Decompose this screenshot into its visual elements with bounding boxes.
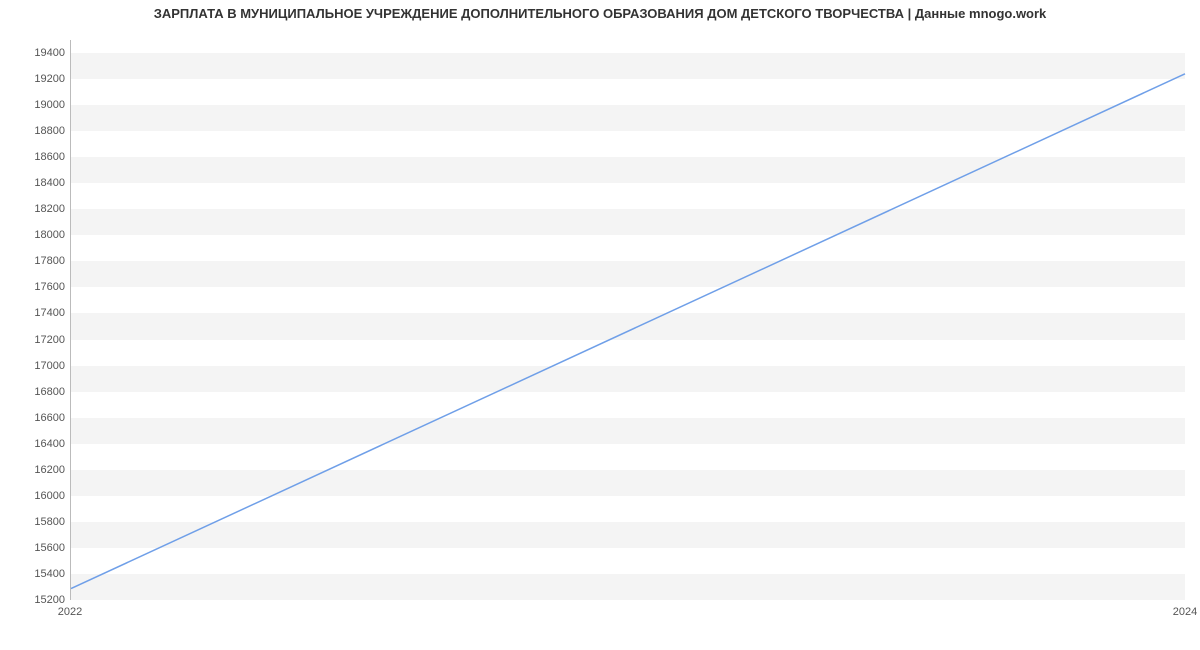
y-tick-label: 16200 — [5, 464, 65, 476]
y-tick-label: 18400 — [5, 177, 65, 189]
y-tick-label: 17800 — [5, 255, 65, 267]
y-tick-label: 17600 — [5, 281, 65, 293]
y-tick-label: 17000 — [5, 360, 65, 372]
y-tick-label: 18200 — [5, 203, 65, 215]
y-tick-label: 19000 — [5, 99, 65, 111]
chart-container: ЗАРПЛАТА В МУНИЦИПАЛЬНОЕ УЧРЕЖДЕНИЕ ДОПО… — [0, 0, 1200, 650]
y-tick-label: 15200 — [5, 594, 65, 606]
x-tick-label: 2024 — [1173, 606, 1197, 618]
y-tick-label: 17200 — [5, 334, 65, 346]
y-tick-label: 19200 — [5, 73, 65, 85]
x-tick-label: 2022 — [58, 606, 82, 618]
plot-area — [70, 40, 1185, 600]
y-tick-label: 15800 — [5, 516, 65, 528]
line-series — [71, 40, 1185, 599]
y-tick-label: 18800 — [5, 125, 65, 137]
y-tick-label: 18600 — [5, 151, 65, 163]
y-tick-label: 19400 — [5, 47, 65, 59]
y-tick-label: 17400 — [5, 307, 65, 319]
y-tick-label: 18000 — [5, 229, 65, 241]
chart-title: ЗАРПЛАТА В МУНИЦИПАЛЬНОЕ УЧРЕЖДЕНИЕ ДОПО… — [0, 6, 1200, 21]
series-line — [71, 74, 1185, 589]
y-tick-label: 16600 — [5, 412, 65, 424]
y-tick-label: 15600 — [5, 542, 65, 554]
y-tick-label: 15400 — [5, 568, 65, 580]
y-tick-label: 16800 — [5, 386, 65, 398]
y-tick-label: 16000 — [5, 490, 65, 502]
y-tick-label: 16400 — [5, 438, 65, 450]
